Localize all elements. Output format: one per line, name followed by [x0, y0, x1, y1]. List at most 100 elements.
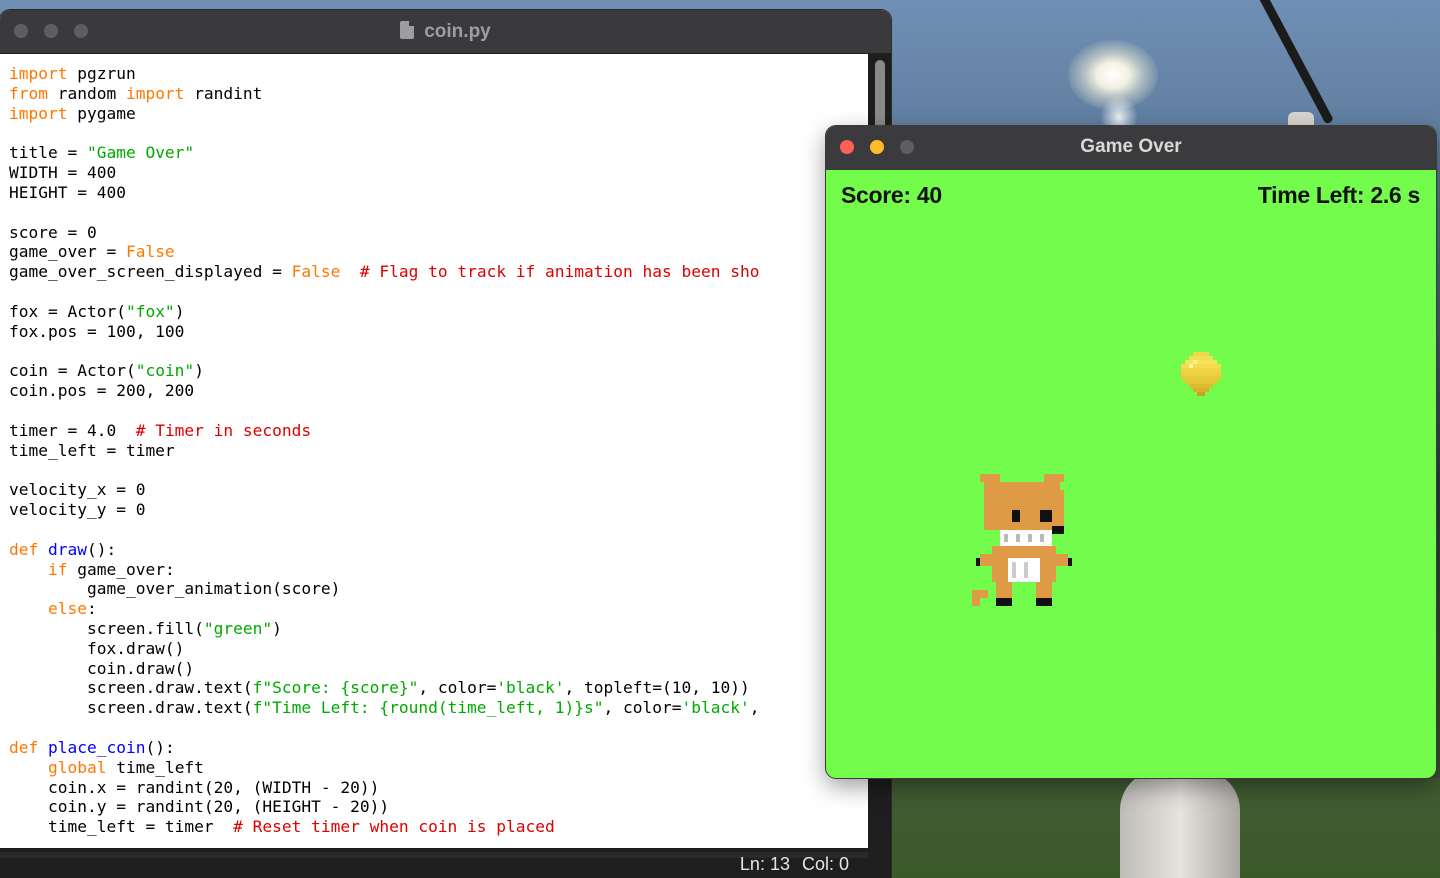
code-line[interactable]: fox.draw(): [9, 639, 184, 659]
document-icon: [400, 21, 415, 39]
code-token: coin.x = randint(20, (WIDTH - 20)): [9, 777, 380, 797]
window-title: coin.py: [0, 10, 891, 53]
code-token: game_over =: [9, 242, 126, 262]
code-line[interactable]: fox.pos = 100, 100: [9, 322, 184, 342]
line-number: Ln: 13: [739, 854, 790, 874]
code-line[interactable]: screen.draw.text(f"Score: {score}", colo…: [9, 678, 750, 698]
code-line[interactable]: screen.fill("green"): [9, 619, 282, 639]
code-line[interactable]: time_left = timer: [9, 441, 175, 461]
code-line[interactable]: coin.pos = 200, 200: [9, 381, 194, 401]
code-token: ():: [145, 737, 175, 757]
code-line[interactable]: score = 0: [9, 223, 97, 243]
code-token: screen.fill(: [9, 618, 204, 638]
code-token: # Reset timer when coin is placed: [233, 817, 555, 837]
code-token: HEIGHT = 400: [9, 182, 126, 202]
code-token: screen.draw.text(: [9, 678, 253, 698]
code-line[interactable]: import pgzrun: [9, 64, 136, 84]
code-line[interactable]: from random import randint: [9, 84, 262, 104]
code-token: random: [47, 83, 126, 103]
code-line[interactable]: velocity_y = 0: [9, 500, 145, 520]
code-line[interactable]: coin.y = randint(20, (HEIGHT - 20)): [9, 797, 389, 817]
code-token: time_left = timer: [9, 817, 234, 837]
time-left-label: Time Left: 2.6 s: [1257, 182, 1421, 208]
code-line[interactable]: def draw():: [9, 540, 116, 560]
code-token: # Timer in seconds: [135, 420, 312, 440]
code-line[interactable]: velocity_x = 0: [9, 480, 145, 500]
wallpaper-bat: [1255, 0, 1334, 125]
coin-sprite: [1181, 352, 1221, 396]
code-line[interactable]: game_over_animation(score): [9, 579, 340, 599]
score-label: Score: 40: [841, 182, 942, 208]
code-token: 'black': [681, 698, 750, 718]
code-token: import: [9, 103, 68, 123]
code-token: "fox": [125, 301, 175, 321]
code-line[interactable]: else:: [9, 599, 97, 619]
status-bar: Ln: 13 Col: 0: [0, 848, 891, 878]
code-token: global: [47, 757, 107, 777]
code-line[interactable]: global time_left: [9, 758, 204, 778]
code-line[interactable]: coin.x = randint(20, (WIDTH - 20)): [9, 778, 379, 798]
code-line[interactable]: title = "Game Over": [9, 143, 194, 163]
code-token: title =: [9, 143, 87, 163]
code-line[interactable]: coin = Actor("coin"): [9, 361, 204, 381]
code-token: pygame: [67, 103, 136, 123]
code-token: else: [47, 599, 87, 619]
code-token: time_left = timer: [9, 440, 175, 460]
code-token: f"Time Left: {round(time_left, 1)}s": [252, 698, 604, 718]
code-line[interactable]: WIDTH = 400: [9, 163, 116, 183]
code-token: coin = Actor(: [9, 361, 136, 381]
code-line[interactable]: coin.draw(): [9, 659, 194, 679]
code-token: ():: [86, 539, 117, 559]
code-line[interactable]: game_over_screen_displayed = False # Fla…: [9, 262, 759, 282]
code-editor[interactable]: import pgzrun from random import randint i…: [0, 54, 868, 848]
game-window-title: Game Over: [1080, 136, 1182, 157]
code-token: time_left: [106, 757, 204, 777]
code-line[interactable]: time_left = timer # Reset timer when coi…: [9, 817, 555, 837]
code-token: "Game Over": [86, 143, 195, 163]
code-token: "green": [203, 618, 273, 638]
game-window[interactable]: Game Over Score: 40 Time Left: 2.6 s: [826, 126, 1436, 778]
code-token: score = 0: [9, 222, 97, 242]
code-token: draw: [48, 539, 87, 559]
code-line[interactable]: import pygame: [9, 104, 136, 124]
code-token: fox.pos = 100, 100: [9, 321, 185, 341]
code-token: timer = 4.0: [9, 420, 136, 440]
code-line[interactable]: if game_over:: [9, 560, 175, 580]
code-token: if: [47, 559, 68, 579]
code-token: coin.draw(): [9, 658, 195, 678]
code-token: False: [291, 262, 341, 282]
code-token: fox = Actor(: [9, 301, 126, 321]
code-token: game_over:: [67, 559, 175, 579]
code-line[interactable]: def place_coin():: [9, 738, 175, 758]
code-token: ): [272, 618, 282, 638]
code-token: , color=: [603, 698, 682, 718]
code-token: from: [9, 83, 48, 103]
code-token: pgzrun: [67, 64, 136, 83]
game-titlebar[interactable]: Game Over: [826, 126, 1436, 170]
code-token: f"Score: {score}": [252, 678, 419, 698]
code-token: velocity_y = 0: [9, 500, 146, 520]
code-token: , topleft=(10, 10)): [564, 678, 750, 698]
code-token: 'black': [496, 678, 565, 698]
code-line[interactable]: screen.draw.text(f"Time Left: {round(tim…: [9, 698, 760, 718]
editor-titlebar[interactable]: coin.py: [0, 10, 891, 54]
code-token: WIDTH = 400: [9, 163, 117, 183]
fox-sprite: [972, 474, 1072, 606]
code-line[interactable]: fox = Actor("fox"): [9, 302, 184, 322]
code-token: game_over_screen_displayed =: [9, 262, 292, 282]
code-token: coin.y = randint(20, (HEIGHT - 20)): [9, 797, 390, 817]
code-token: randint: [184, 83, 263, 103]
code-token: import: [125, 83, 185, 103]
code-line[interactable]: timer = 4.0 # Timer in seconds: [9, 421, 311, 441]
code-line[interactable]: game_over = False: [9, 242, 175, 262]
filename-label: coin.py: [424, 21, 491, 42]
editor-window[interactable]: coin.py import pgzrun from random import …: [0, 10, 891, 878]
code-token: import: [9, 64, 68, 83]
column-number: Col: 0: [801, 854, 849, 874]
code-line[interactable]: HEIGHT = 400: [9, 183, 126, 203]
